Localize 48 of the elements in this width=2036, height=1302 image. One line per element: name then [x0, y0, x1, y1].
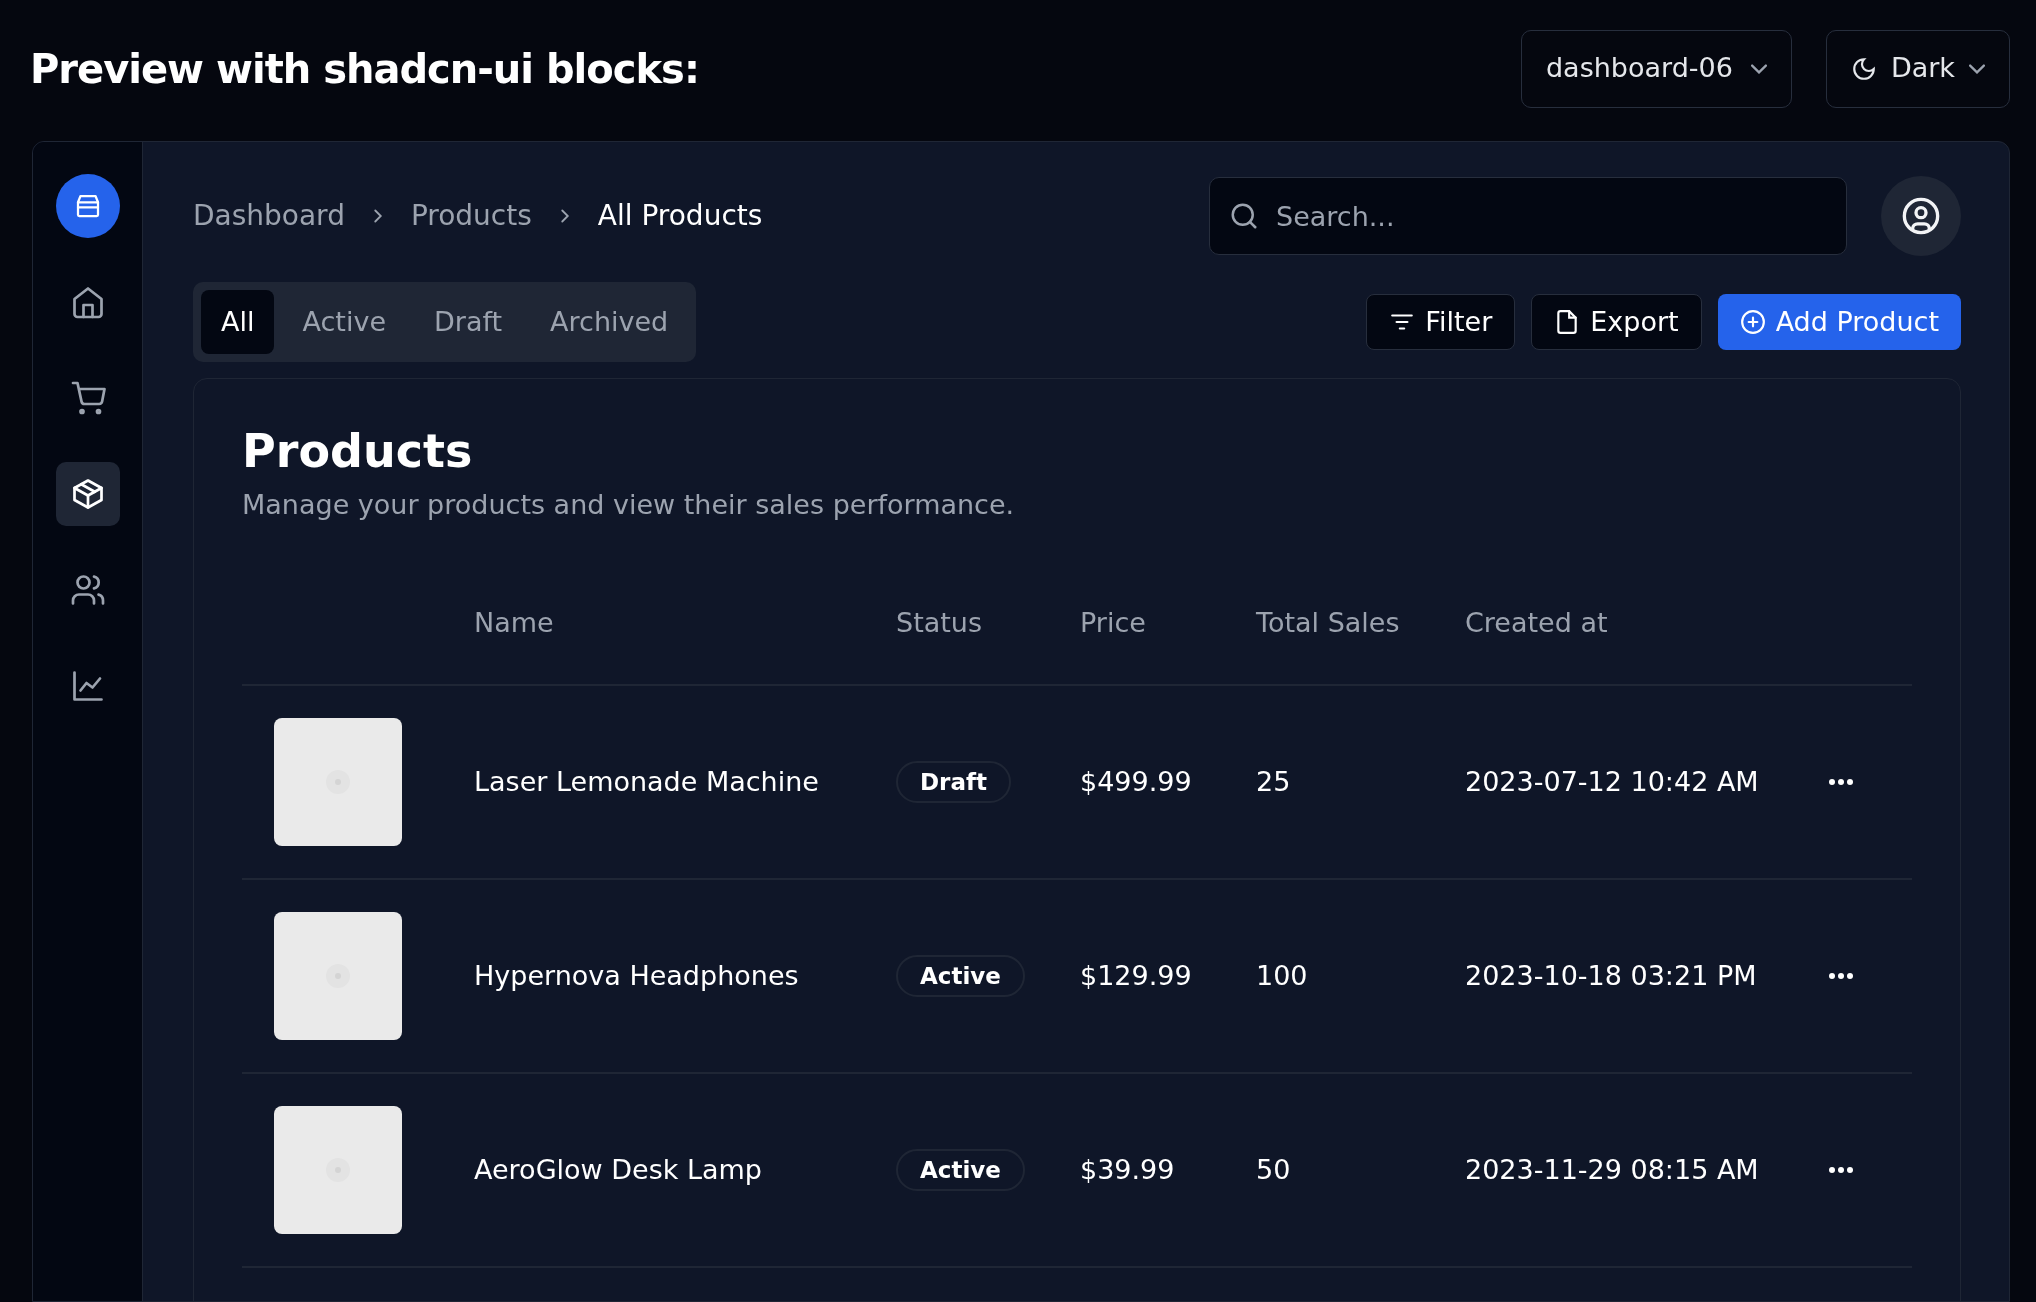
- sidebar-item[interactable]: [55, 462, 120, 526]
- search-icon: [1229, 201, 1259, 231]
- tab[interactable]: Active: [282, 290, 406, 354]
- more-icon: [1828, 971, 1854, 980]
- column-header: Created at: [1465, 605, 1609, 640]
- theme-select[interactable]: Dark: [1825, 29, 2010, 108]
- card-description: Manage your products and view their sales performance.: [242, 488, 1016, 522]
- moon-icon: [1850, 55, 1877, 82]
- product-name: Hypernova Headphones: [474, 958, 800, 993]
- breadcrumb-current[interactable]: All Products: [597, 195, 763, 237]
- users-icon: [69, 572, 106, 608]
- block-select[interactable]: dashboard-06: [1521, 29, 1792, 108]
- price-cell-text: $39.99: [1080, 1152, 1176, 1187]
- status-badge: Active: [896, 954, 1025, 997]
- breadcrumb-link[interactable]: Products: [410, 195, 532, 237]
- column-header: Total Sales: [1256, 605, 1401, 640]
- column-header: Name: [474, 605, 555, 640]
- cart-icon: [69, 380, 106, 416]
- price-cell-text: $129.99: [1080, 958, 1193, 993]
- more-icon: [1828, 777, 1854, 786]
- product-name: Laser Lemonade Machine: [474, 764, 820, 799]
- breadcrumb-link[interactable]: Dashboard: [193, 195, 345, 237]
- column-header: Status: [896, 605, 984, 640]
- sales-cell-text: 100: [1256, 958, 1309, 993]
- date-cell-text: 2023-11-29 08:15 AM: [1465, 1152, 1760, 1187]
- export-button[interactable]: Export: [1531, 294, 1702, 350]
- chevron-down-icon: [1750, 63, 1767, 74]
- plus-circle-icon: [1739, 309, 1766, 335]
- tab[interactable]: Archived: [530, 290, 689, 354]
- tab[interactable]: All: [201, 290, 275, 354]
- status-badge: Active: [896, 1148, 1025, 1191]
- filter-button[interactable]: Filter: [1366, 294, 1516, 350]
- add-button[interactable]: Add Product: [1717, 294, 1961, 350]
- date-cell-text: 2023-07-12 10:42 AM: [1465, 764, 1760, 799]
- user-icon: [1901, 196, 1941, 236]
- sales-cell-text: 50: [1256, 1152, 1292, 1187]
- price-cell-text: $499.99: [1080, 764, 1193, 799]
- tab[interactable]: Draft: [414, 290, 523, 354]
- page-title: Preview with shadcn-ui blocks:: [30, 44, 699, 94]
- more-icon: [1828, 1165, 1854, 1174]
- sales-cell-text: 25: [1256, 764, 1292, 799]
- product-name: AeroGlow Desk Lamp: [474, 1152, 763, 1187]
- column-header: Price: [1080, 605, 1147, 640]
- card-title: Products: [242, 423, 474, 479]
- chevron-down-icon: [1969, 63, 1985, 74]
- status-badge: Draft: [896, 760, 1011, 803]
- search-field[interactable]: Search...: [1209, 177, 1847, 255]
- date-cell-text: 2023-10-18 03:21 PM: [1465, 958, 1758, 993]
